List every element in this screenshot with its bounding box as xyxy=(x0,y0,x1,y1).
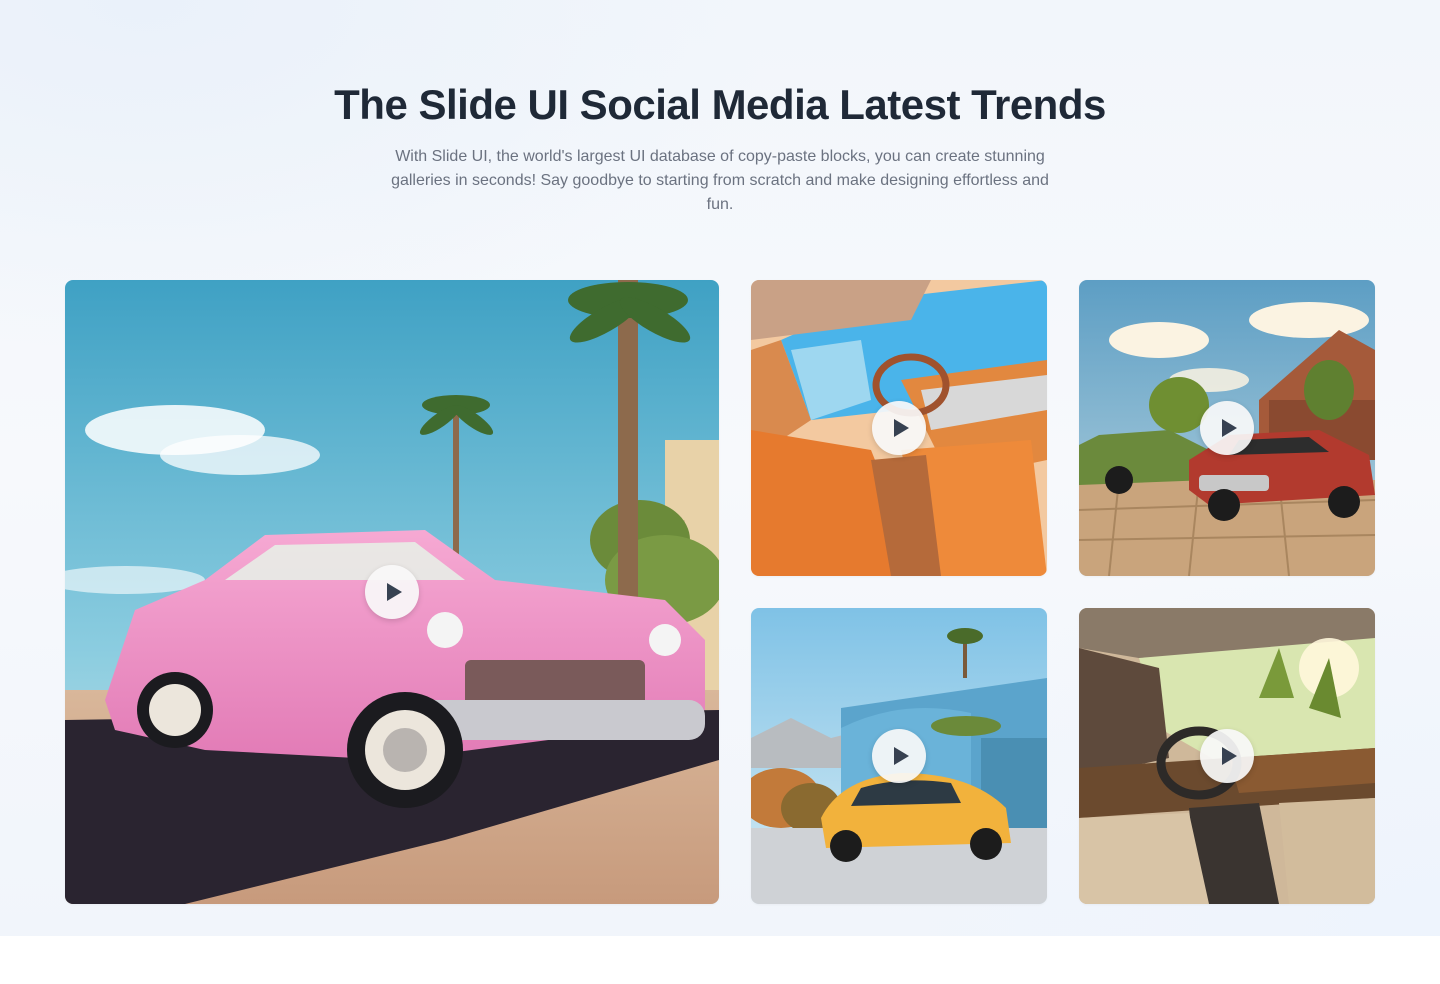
section-title: The Slide UI Social Media Latest Trends xyxy=(334,81,1106,128)
play-icon xyxy=(387,583,402,601)
play-button[interactable] xyxy=(872,729,926,783)
video-thumbnail-beige-car-interior[interactable] xyxy=(1079,608,1375,904)
video-thumbnail-yellow-sports-car[interactable] xyxy=(751,608,1047,904)
play-icon xyxy=(1222,747,1237,765)
play-icon xyxy=(1222,419,1237,437)
play-button[interactable] xyxy=(1200,401,1254,455)
gallery-section: The Slide UI Social Media Latest Trends … xyxy=(0,0,1440,936)
video-thumbnail-classic-cars[interactable] xyxy=(1079,280,1375,576)
play-button[interactable] xyxy=(872,401,926,455)
play-button[interactable] xyxy=(1200,729,1254,783)
play-icon xyxy=(894,747,909,765)
play-icon xyxy=(894,419,909,437)
section-subtitle: With Slide UI, the world's largest UI da… xyxy=(391,148,1049,213)
video-thumbnail-orange-car-interior[interactable] xyxy=(751,280,1047,576)
play-button[interactable] xyxy=(365,565,419,619)
video-thumbnail-pink-vintage-car[interactable] xyxy=(65,280,719,904)
